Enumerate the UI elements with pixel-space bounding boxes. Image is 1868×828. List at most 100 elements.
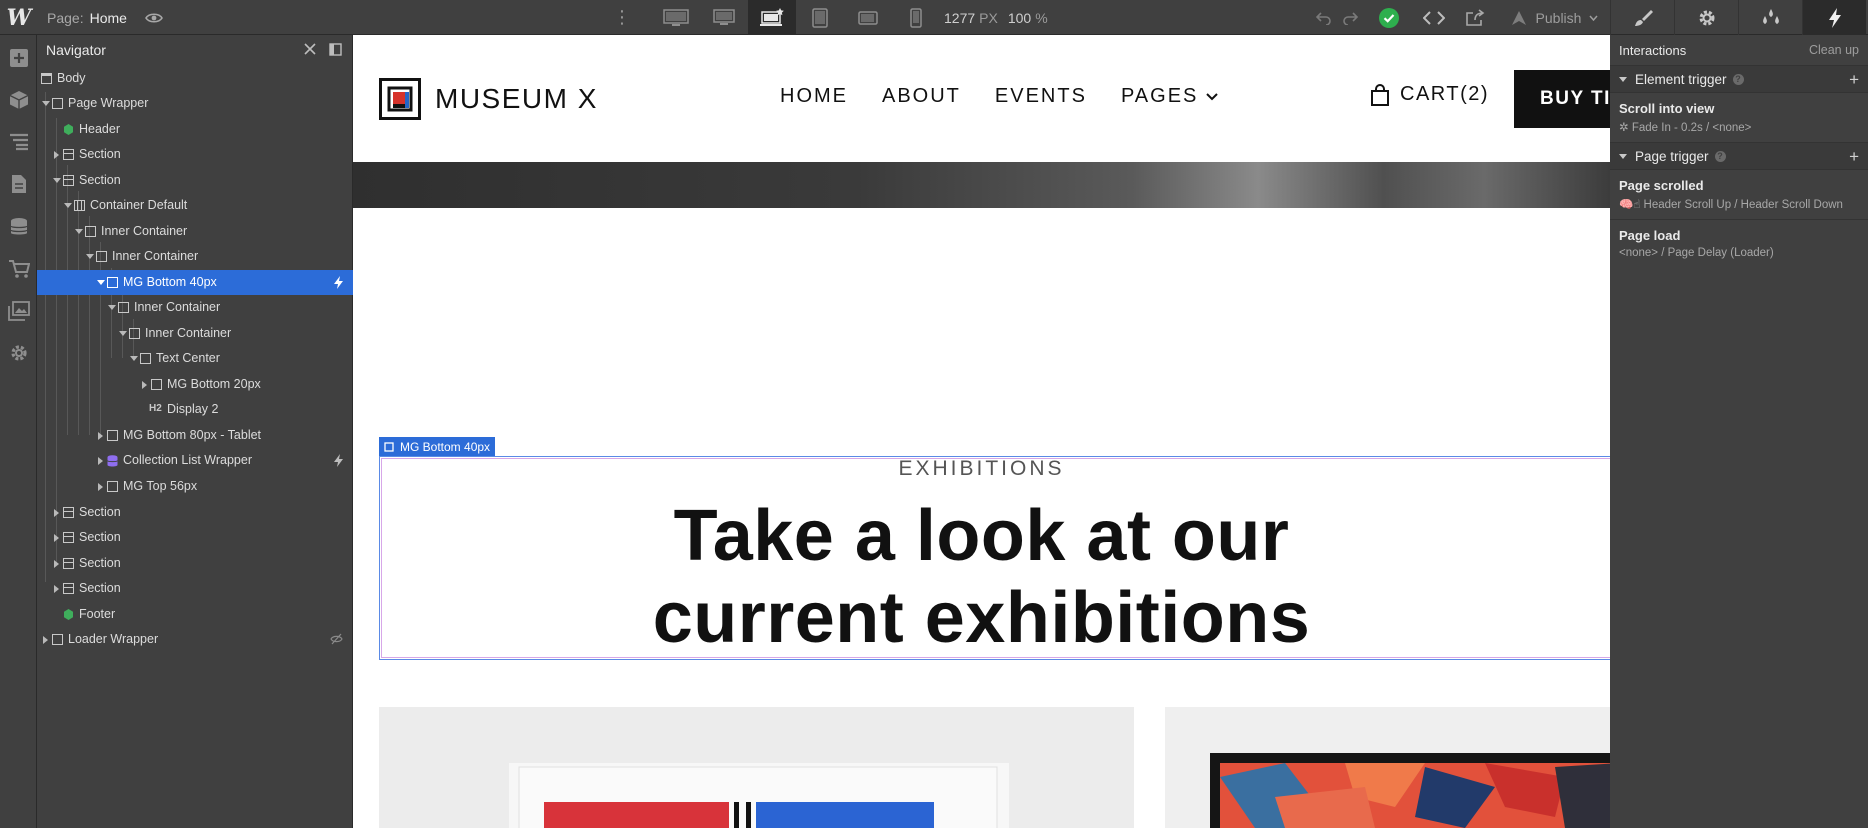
cms-database-icon[interactable] [0, 212, 37, 242]
navigator-item[interactable]: Loader Wrapper [37, 627, 353, 652]
navigator-item[interactable]: Section [37, 525, 353, 550]
page-selector[interactable]: Page: Home [47, 0, 127, 35]
element-trigger-section[interactable]: Element trigger ? + [1610, 65, 1868, 92]
collapse-arrow-icon[interactable] [119, 331, 127, 336]
assets-images-icon[interactable] [0, 296, 37, 326]
expand-arrow-icon[interactable] [54, 151, 59, 159]
navigator-item[interactable]: MG Top 56px [37, 474, 353, 499]
navigator-item[interactable]: MG Bottom 20px [37, 372, 353, 397]
collapse-arrow-icon[interactable] [53, 178, 61, 183]
section-icon [63, 175, 74, 186]
navigator-layers-icon[interactable] [0, 127, 37, 157]
site-brand[interactable]: MUSEUM X [379, 78, 598, 120]
collapse-arrow-icon[interactable] [1619, 153, 1627, 159]
navigator-item[interactable]: Section [37, 168, 353, 193]
close-icon[interactable] [304, 43, 316, 55]
style-manager-drops-icon[interactable] [1738, 0, 1802, 35]
navigator-item[interactable]: Inner Container [37, 219, 353, 244]
help-icon[interactable]: ? [1714, 150, 1726, 162]
mobile-portrait-breakpoint-icon[interactable] [892, 0, 940, 35]
navigator-item[interactable]: Body [37, 66, 353, 91]
navigator-item[interactable]: Inner Container [37, 321, 353, 346]
collapse-arrow-icon[interactable] [108, 305, 116, 310]
navigator-item[interactable]: Collection List Wrapper [37, 448, 353, 473]
large-desktop-breakpoint-icon[interactable] [652, 0, 700, 35]
expand-arrow-icon[interactable] [98, 457, 103, 465]
navigator-item[interactable]: Footer [37, 602, 353, 627]
settings-panel-gear-icon[interactable] [1674, 0, 1738, 35]
buy-tickets-button[interactable]: BUY TICKETS [1514, 70, 1610, 128]
expand-arrow-icon[interactable] [54, 560, 59, 568]
expand-arrow-icon[interactable] [98, 432, 103, 440]
navigator-item[interactable]: H2 Display 2 [37, 397, 353, 422]
desktop-breakpoint-icon[interactable] [700, 0, 748, 35]
ecommerce-cart-icon[interactable] [0, 254, 37, 284]
navigator-item[interactable]: Inner Container [37, 295, 353, 320]
dock-panel-icon[interactable] [329, 43, 342, 56]
expand-arrow-icon[interactable] [54, 509, 59, 517]
page-trigger-section[interactable]: Page trigger ? + [1610, 142, 1868, 169]
tablet-breakpoint-icon[interactable] [796, 0, 844, 35]
code-export-icon[interactable] [1420, 0, 1448, 35]
add-trigger-plus-icon[interactable]: + [1849, 147, 1859, 167]
navigator-item[interactable]: Inner Container [37, 244, 353, 269]
hidden-eye-slash-icon[interactable] [330, 633, 343, 645]
expand-arrow-icon[interactable] [43, 636, 48, 644]
add-panel-plus-icon[interactable] [0, 43, 37, 73]
preview-eye-icon[interactable] [143, 0, 165, 35]
navigator-item-selected[interactable]: MG Bottom 40px [37, 270, 353, 295]
navigator-item-label: Section [79, 530, 121, 544]
add-trigger-plus-icon[interactable]: + [1849, 70, 1859, 90]
shopping-bag-icon [1371, 83, 1389, 106]
navigator-item[interactable]: Page Wrapper [37, 91, 353, 116]
menu-item-about[interactable]: ABOUT [882, 85, 961, 108]
collapse-arrow-icon[interactable] [75, 229, 83, 234]
collapse-arrow-icon[interactable] [64, 203, 72, 208]
help-icon[interactable]: ? [1732, 73, 1744, 85]
navigator-item[interactable]: Text Center [37, 346, 353, 371]
trigger-item-page-load[interactable]: Page load <none> / Page Delay (Loader) [1610, 219, 1868, 267]
style-panel-brush-icon[interactable] [1610, 0, 1674, 35]
collapse-arrow-icon[interactable] [97, 280, 105, 285]
navigator-item[interactable]: MG Bottom 80px - Tablet [37, 423, 353, 448]
saved-status-check-icon [1376, 0, 1402, 35]
expand-arrow-icon[interactable] [142, 381, 147, 389]
navigator-item[interactable]: Section [37, 576, 353, 601]
clean-up-button[interactable]: Clean up [1809, 43, 1859, 57]
share-icon[interactable] [1462, 0, 1488, 35]
redo-icon[interactable] [1338, 0, 1362, 35]
navigator-item[interactable]: Container Default [37, 193, 353, 218]
trigger-item-page-scrolled[interactable]: Page scrolled 🧠☝ Header Scroll Up / Head… [1610, 169, 1868, 219]
selected-element-tag[interactable]: MG Bottom 40px [379, 437, 496, 456]
navigator-item[interactable]: Section [37, 142, 353, 167]
exhibition-card-image[interactable] [1165, 707, 1610, 828]
navigator-item[interactable]: Section [37, 500, 353, 525]
collapse-arrow-icon[interactable] [1619, 76, 1627, 82]
expand-arrow-icon[interactable] [98, 483, 103, 491]
trigger-item-scroll-into-view[interactable]: Scroll into view ✲ Fade In - 0.2s / <non… [1610, 92, 1868, 142]
interactions-panel-bolt-icon[interactable] [1802, 0, 1866, 35]
more-options-icon[interactable]: ⋮ [612, 0, 632, 35]
publish-button[interactable]: Publish [1506, 0, 1602, 35]
expand-arrow-icon[interactable] [54, 585, 59, 593]
navigator-item[interactable]: Section [37, 551, 353, 576]
expand-arrow-icon[interactable] [54, 534, 59, 542]
menu-item-events[interactable]: EVENTS [995, 85, 1087, 108]
cart-link[interactable]: CART(2) [1370, 83, 1489, 106]
exhibition-card-image[interactable] [379, 707, 1134, 828]
webflow-logo[interactable]: W [0, 0, 38, 35]
base-breakpoint-icon[interactable] [748, 0, 796, 35]
design-canvas[interactable]: MUSEUM X HOME ABOUT EVENTS PAGES CART(2)… [353, 35, 1610, 828]
menu-item-pages[interactable]: PAGES [1121, 85, 1219, 108]
symbols-cube-icon[interactable] [0, 85, 37, 115]
navigator-item[interactable]: Header [37, 117, 353, 142]
pages-icon[interactable] [0, 169, 37, 199]
settings-gear-icon[interactable] [0, 338, 37, 368]
menu-item-home[interactable]: HOME [780, 85, 848, 108]
undo-icon[interactable] [1312, 0, 1336, 35]
navigator-item-label: Page Wrapper [68, 96, 149, 110]
collapse-arrow-icon[interactable] [130, 356, 138, 361]
collapse-arrow-icon[interactable] [86, 254, 94, 259]
collapse-arrow-icon[interactable] [42, 101, 50, 106]
mobile-landscape-breakpoint-icon[interactable] [844, 0, 892, 35]
